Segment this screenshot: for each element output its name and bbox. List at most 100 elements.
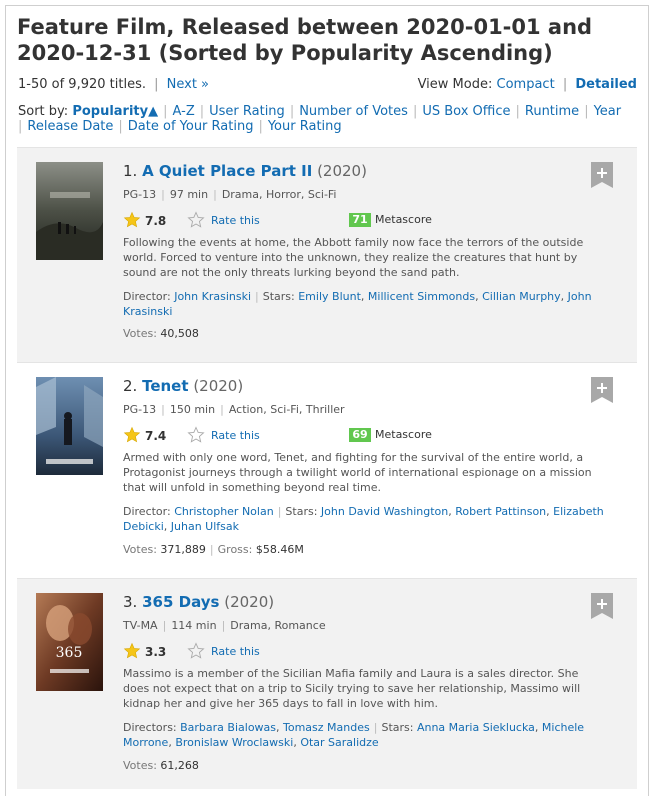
sort-number-of-votes[interactable]: Number of Votes (299, 104, 408, 119)
empty-star-icon[interactable] (187, 642, 205, 660)
next-page-link[interactable]: Next » (167, 77, 209, 92)
star-link[interactable]: John David Washington (321, 505, 448, 518)
star-link[interactable]: Robert Pattinson (455, 505, 546, 518)
certificate: PG-13 (123, 188, 157, 201)
star-link[interactable]: Millicent Simmonds (368, 290, 475, 303)
metascore-value: 71 (349, 213, 371, 227)
list-item: 2. Tenet (2020) PG-13 | 150 min | Action, Sc… (17, 362, 637, 579)
star-link[interactable]: Otar Saralidze (300, 736, 378, 749)
add-to-watchlist-icon[interactable] (591, 377, 613, 403)
sort-date-of-your-rating[interactable]: Date of Your Rating (128, 119, 254, 134)
poster-image[interactable]: 365 (36, 593, 103, 691)
votes-value: 61,268 (160, 759, 199, 772)
director-link[interactable]: Tomasz Mandes (283, 721, 370, 734)
sort-runtime[interactable]: Runtime (525, 104, 579, 119)
star-link[interactable]: Emily Blunt (298, 290, 361, 303)
film-credits: Director: John Krasinski | Stars: Emily Bl… (123, 290, 592, 318)
genre: Action, Sci-Fi, Thriller (228, 403, 345, 416)
runtime: 97 min (169, 188, 209, 201)
star-link[interactable]: Juhan Ulfsak (171, 520, 239, 533)
results-count-bar: 1-50 of 9,920 titles. | Next » (18, 77, 209, 92)
sort-user-rating[interactable]: User Rating (209, 104, 285, 119)
certificate: TV-MA (123, 619, 158, 632)
separator: | (154, 77, 159, 92)
rate-this-link[interactable]: Rate this (211, 645, 260, 658)
sort-popularity[interactable]: Popularity▲ (72, 104, 158, 119)
film-year: (2020) (224, 593, 275, 611)
film-credits: Director: Christopher Nolan | Stars: John … (123, 505, 604, 533)
film-meta: TV-MA | 114 min | Drama, Romance (123, 619, 326, 632)
separator: | (562, 77, 568, 92)
film-meta: PG-13 | 97 min | Drama, Horror, Sci-Fi (123, 188, 337, 201)
sort-a-z[interactable]: A-Z (173, 104, 195, 119)
add-to-watchlist-icon[interactable] (591, 162, 613, 188)
star-icon (123, 642, 141, 659)
gross-label: Gross: (217, 543, 253, 556)
view-detailed-link[interactable]: Detailed (575, 77, 637, 92)
stars-label: Stars: (285, 505, 318, 518)
film-votes: Votes: 40,508 (123, 327, 199, 340)
sort-year[interactable]: Year (594, 104, 622, 119)
item-header: 2. Tenet (2020) (123, 377, 243, 395)
director-link[interactable]: Barbara Bialowas (180, 721, 276, 734)
view-mode: View Mode: Compact | Detailed (418, 77, 637, 92)
genre: Drama, Horror, Sci-Fi (221, 188, 337, 201)
sort-release-date[interactable]: Release Date (27, 119, 113, 134)
votes-label: Votes: (123, 327, 157, 340)
metascore-label: Metascore (375, 213, 432, 226)
film-title-link[interactable]: Tenet (142, 377, 188, 395)
film-votes: Votes: 371,889 | Gross: $58.46M (123, 543, 304, 556)
gross-value: $58.46M (255, 543, 304, 556)
empty-star-icon[interactable] (187, 211, 205, 229)
film-meta: PG-13 | 150 min | Action, Sci-Fi, Thriller (123, 403, 345, 416)
director-link[interactable]: Christopher Nolan (174, 505, 273, 518)
star-link[interactable]: Bronislaw Wroclawski (175, 736, 293, 749)
film-title-link[interactable]: A Quiet Place Part II (142, 162, 312, 180)
star-link[interactable]: Cillian Murphy (482, 290, 561, 303)
director-label: Director: (123, 290, 171, 303)
list-item: 1. A Quiet Place Part II (2020) PG-13 | 97… (17, 147, 637, 363)
film-year: (2020) (317, 162, 367, 180)
empty-star-icon[interactable] (187, 426, 205, 444)
page-title: Feature Film, Released between 2020-01-0… (17, 15, 593, 65)
poster-image[interactable] (36, 162, 103, 260)
item-header: 1. A Quiet Place Part II (2020) (123, 162, 367, 180)
poster-image[interactable] (36, 377, 103, 475)
votes-value: 371,889 (160, 543, 206, 556)
runtime: 150 min (169, 403, 216, 416)
metascore: 69 Metascore (349, 428, 432, 442)
results-count: 1-50 of 9,920 titles. (18, 77, 146, 92)
film-credits: Directors: Barbara Bialowas, Tomasz Mand… (123, 721, 585, 749)
view-compact-link[interactable]: Compact (497, 77, 555, 92)
director-label: Director: (123, 505, 171, 518)
sort-by-label: Sort by: (18, 104, 69, 119)
genre: Drama, Romance (230, 619, 326, 632)
film-title-link[interactable]: 365 Days (142, 593, 219, 611)
sort-by-bar: Sort by: Popularity▲ | A-Z | User Rating | Num… (18, 104, 622, 134)
certificate: PG-13 (123, 403, 157, 416)
votes-label: Votes: (123, 543, 157, 556)
votes-label: Votes: (123, 759, 157, 772)
metascore-label: Metascore (375, 428, 432, 441)
sort-us-box-office[interactable]: US Box Office (422, 104, 510, 119)
rate-this-link[interactable]: Rate this (211, 214, 260, 227)
item-header: 3. 365 Days (2020) (123, 593, 274, 611)
film-votes: Votes: 61,268 (123, 759, 199, 772)
sort-your-rating[interactable]: Your Rating (268, 119, 342, 134)
director-link[interactable]: John Krasinski (174, 290, 251, 303)
runtime: 114 min (171, 619, 217, 632)
imdb-rating: 7.8 (145, 214, 167, 228)
ratings-bar: 7.4 Rate this 69 Metascore (123, 426, 613, 444)
list-item: 365 3. 365 Days (2020) TV-MA | 114 min | Dra… (17, 578, 637, 789)
add-to-watchlist-icon[interactable] (591, 593, 613, 619)
rate-this-link[interactable]: Rate this (211, 429, 260, 442)
star-icon (123, 426, 141, 443)
film-description: Massimo is a member of the Sicilian Mafi… (123, 667, 581, 710)
stars-label: Stars: (262, 290, 295, 303)
item-index: 3. (123, 593, 138, 611)
film-description: Armed with only one word, Tenet, and fig… (123, 451, 592, 494)
svg-text:365: 365 (56, 645, 83, 661)
star-link[interactable]: Anna Maria Sieklucka (417, 721, 535, 734)
metascore: 71 Metascore (349, 213, 432, 227)
imdb-rating: 7.4 (145, 429, 167, 443)
